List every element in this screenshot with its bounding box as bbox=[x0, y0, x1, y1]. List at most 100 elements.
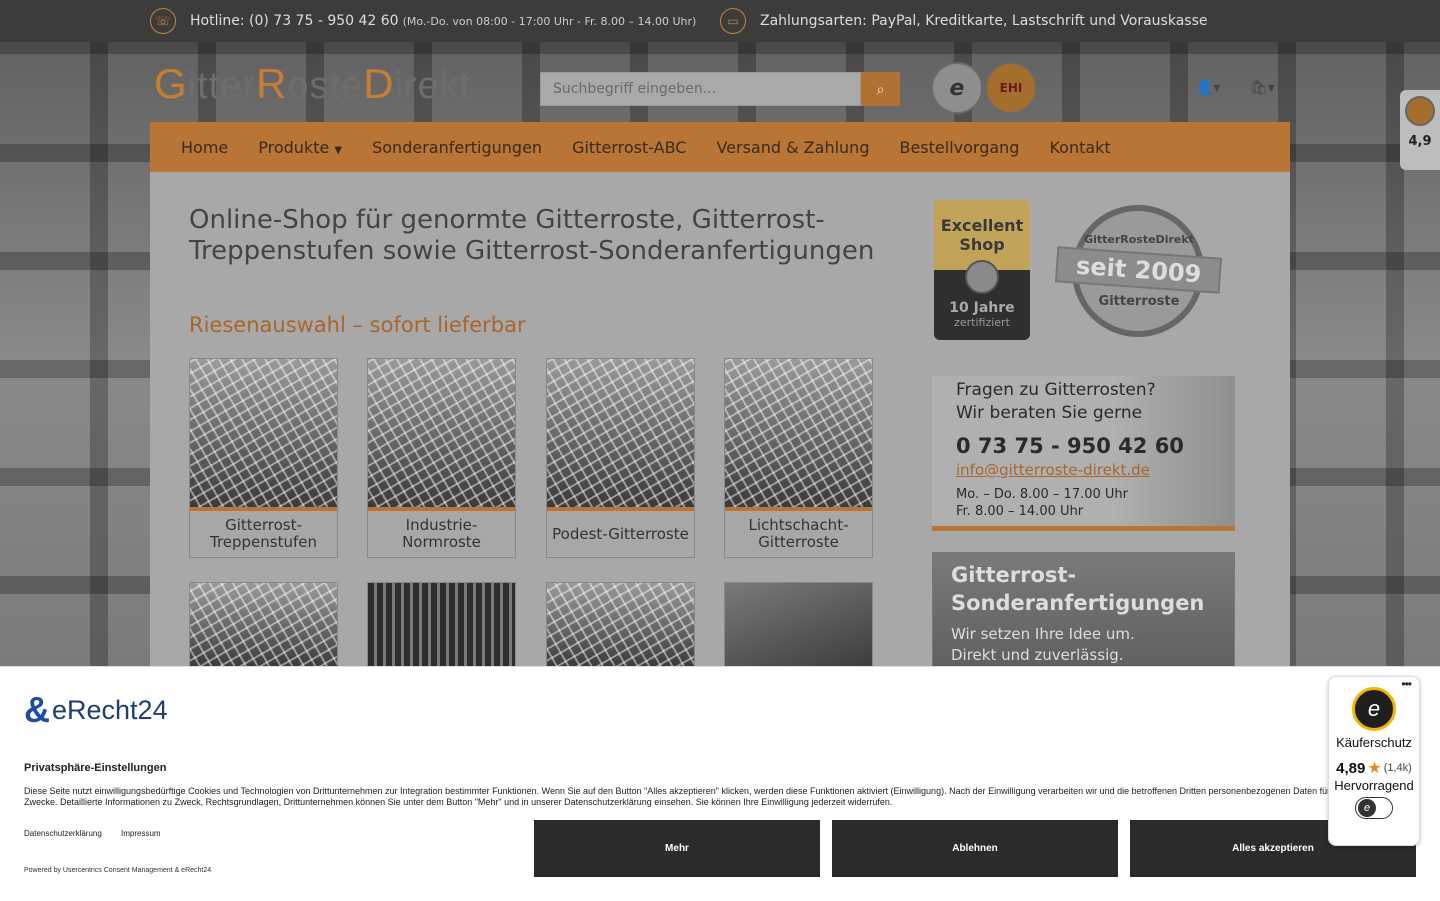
product-image bbox=[547, 583, 694, 667]
nav-produkte[interactable]: Produkte ▼ bbox=[243, 138, 357, 157]
excellent-line: Shop bbox=[959, 235, 1005, 254]
decline-button[interactable]: Ablehnen bbox=[832, 820, 1118, 877]
ehi-seal-icon bbox=[1405, 96, 1435, 126]
ehi-logo: EHI bbox=[999, 81, 1023, 95]
product-tile[interactable] bbox=[724, 582, 873, 668]
nav-gitterrost-abc[interactable]: Gitterrost-ABC bbox=[557, 138, 701, 157]
contact-question: Fragen zu Gitterrosten? bbox=[956, 380, 1156, 400]
erecht24-brand: eRecht24 bbox=[52, 694, 168, 725]
nav-bestellvorgang[interactable]: Bestellvorgang bbox=[884, 138, 1034, 157]
hotline: ☏ Hotline: (0) 73 75 - 950 42 60 (Mo.-Do… bbox=[150, 0, 696, 42]
trustbadge-toggle[interactable]: e bbox=[1355, 797, 1393, 819]
consent-banner: & eRecht24 Privatsphäre-Einstellungen Di… bbox=[0, 666, 1440, 901]
contact-box[interactable]: Fragen zu Gitterrosten? Wir beraten Sie … bbox=[932, 376, 1235, 531]
more-options-icon: ••• bbox=[1401, 677, 1412, 691]
certified-label: zertifiziert bbox=[954, 316, 1010, 329]
product-image bbox=[725, 583, 872, 667]
erecht24-logo: & eRecht24 bbox=[24, 689, 168, 731]
special-orders-banner[interactable]: Gitterrost- Sonderanfertigungen Wir setz… bbox=[932, 552, 1235, 672]
payment-text: Zahlungsarten: PayPal, Kreditkarte, Last… bbox=[760, 13, 1208, 29]
logo-text: itter bbox=[187, 65, 257, 107]
product-image bbox=[725, 359, 872, 511]
product-image bbox=[190, 359, 337, 511]
page-title: Online-Shop für genormte Gitterroste, Gi… bbox=[189, 205, 875, 266]
imprint-link[interactable]: Impressum bbox=[121, 829, 161, 838]
excellent-line: Excellent bbox=[940, 216, 1024, 235]
trusted-shops-e-icon: e bbox=[1358, 799, 1376, 817]
caret-down-icon: ▼ bbox=[334, 144, 343, 156]
page-subtitle: Riesenauswahl – sofort lieferbar bbox=[189, 313, 526, 337]
special-title: Sonderanfertigungen bbox=[951, 591, 1205, 615]
contact-hours: Mo. – Do. 8.00 – 17.00 Uhr bbox=[956, 487, 1128, 502]
product-label: Industrie-Normroste bbox=[368, 511, 515, 557]
user-icon[interactable]: 👤▾ bbox=[1196, 80, 1220, 96]
cart-icon[interactable]: 🛍▾ bbox=[1250, 80, 1275, 96]
credit-card-icon: ▭ bbox=[720, 8, 746, 34]
search-icon: ⌕ bbox=[876, 80, 885, 97]
nav-kontakt[interactable]: Kontakt bbox=[1034, 138, 1125, 157]
ehi-badge[interactable]: EHI bbox=[985, 62, 1037, 114]
product-tile[interactable] bbox=[367, 582, 516, 668]
nav-home[interactable]: Home bbox=[150, 138, 243, 157]
product-tile-normroste[interactable]: Industrie-Normroste bbox=[367, 358, 516, 558]
special-subtitle: Wir setzen Ihre Idee um. bbox=[951, 625, 1135, 643]
search-input[interactable] bbox=[540, 72, 861, 106]
since-2009-seal: GitterRosteDirekt seit 2009 Gitterroste bbox=[1050, 205, 1228, 337]
search-button[interactable]: ⌕ bbox=[861, 72, 900, 106]
product-image bbox=[368, 359, 515, 511]
nav-produkte-label: Produkte bbox=[258, 137, 330, 157]
special-title: Gitterrost- bbox=[951, 563, 1077, 587]
star-icon: ★ bbox=[1367, 760, 1382, 777]
top-bar: ☏ Hotline: (0) 73 75 - 950 42 60 (Mo.-Do… bbox=[0, 0, 1440, 42]
hotline-hours: (Mo.-Do. von 08:00 - 17:00 Uhr - Fr. 8.0… bbox=[402, 14, 697, 28]
excellent-shop-badge[interactable]: Excellent Shop 10 Jahre zertifiziert bbox=[934, 200, 1030, 340]
search-bar: ⌕ bbox=[540, 72, 900, 106]
side-rating: 4,9 bbox=[1408, 134, 1432, 149]
logo-text: oste bbox=[287, 65, 364, 107]
buyer-protection-label: Käuferschutz bbox=[1336, 735, 1412, 750]
trustbadge[interactable]: ••• e Käuferschutz 4,89 ★ (1,4k) Hervorr… bbox=[1328, 676, 1420, 846]
review-count: (1,4k) bbox=[1383, 762, 1412, 774]
trust-score-row: 4,89 ★ (1,4k) bbox=[1329, 758, 1419, 778]
nav-versand-zahlung[interactable]: Versand & Zahlung bbox=[701, 138, 884, 157]
powered-by: Powered by Usercentrics Consent Manageme… bbox=[24, 867, 212, 874]
logo-letter: D bbox=[363, 60, 395, 107]
product-tile-lichtschacht[interactable]: Lichtschacht-Gitterroste bbox=[724, 358, 873, 558]
seal-top-text: GitterRosteDirekt bbox=[1084, 233, 1194, 246]
product-label: Gitterrost-Treppenstufen bbox=[190, 511, 337, 557]
product-tile-podest[interactable]: Podest-Gitterroste bbox=[546, 358, 695, 558]
ehi-rating-widget[interactable]: 4,9 bbox=[1400, 90, 1440, 170]
hotline-text: Hotline: (0) 73 75 - 950 42 60 bbox=[190, 13, 399, 29]
years-label: 10 Jahre bbox=[949, 300, 1015, 316]
product-label: Podest-Gitterroste bbox=[547, 511, 694, 557]
product-image bbox=[547, 359, 694, 511]
trusted-shops-icon bbox=[965, 260, 999, 294]
product-tile[interactable] bbox=[546, 582, 695, 668]
consent-title: Privatsphäre-Einstellungen bbox=[24, 762, 167, 774]
logo-letter: G bbox=[154, 60, 188, 107]
logo-text: irekt bbox=[394, 65, 472, 107]
product-label: Lichtschacht-Gitterroste bbox=[725, 511, 872, 557]
consent-text: Diese Seite nutzt einwilligungsbedürftig… bbox=[24, 786, 1387, 807]
product-tile[interactable] bbox=[189, 582, 338, 668]
payment-info: ▭ Zahlungsarten: PayPal, Kreditkarte, La… bbox=[720, 0, 1207, 42]
product-tile-treppenstufen[interactable]: Gitterrost-Treppenstufen bbox=[189, 358, 338, 558]
phone-icon: ☏ bbox=[150, 8, 176, 34]
trust-verdict: Hervorragend bbox=[1334, 778, 1414, 793]
trust-score: 4,89 bbox=[1336, 759, 1366, 777]
contact-email[interactable]: info@gitterroste-direkt.de bbox=[956, 461, 1150, 479]
site-logo[interactable]: GitterRosteDirekt bbox=[154, 60, 471, 108]
privacy-link[interactable]: Datenschutzerklärung bbox=[24, 829, 102, 838]
seal-bottom-text: Gitterroste bbox=[1098, 294, 1180, 309]
logo-letter: R bbox=[256, 60, 288, 107]
trusted-shops-logo: e bbox=[949, 75, 965, 101]
more-button[interactable]: Mehr bbox=[534, 820, 820, 877]
contact-phone: 0 73 75 - 950 42 60 bbox=[956, 434, 1184, 458]
main-navigation: Home Produkte ▼ Sonderanfertigungen Gitt… bbox=[150, 122, 1290, 172]
nav-sonderanfertigungen[interactable]: Sonderanfertigungen bbox=[357, 138, 557, 157]
contact-question: Wir beraten Sie gerne bbox=[956, 403, 1143, 423]
trusted-shops-badge[interactable]: e bbox=[931, 62, 983, 114]
product-image bbox=[368, 583, 515, 667]
product-image bbox=[190, 583, 337, 667]
trusted-shops-seal-icon: e bbox=[1352, 687, 1396, 731]
